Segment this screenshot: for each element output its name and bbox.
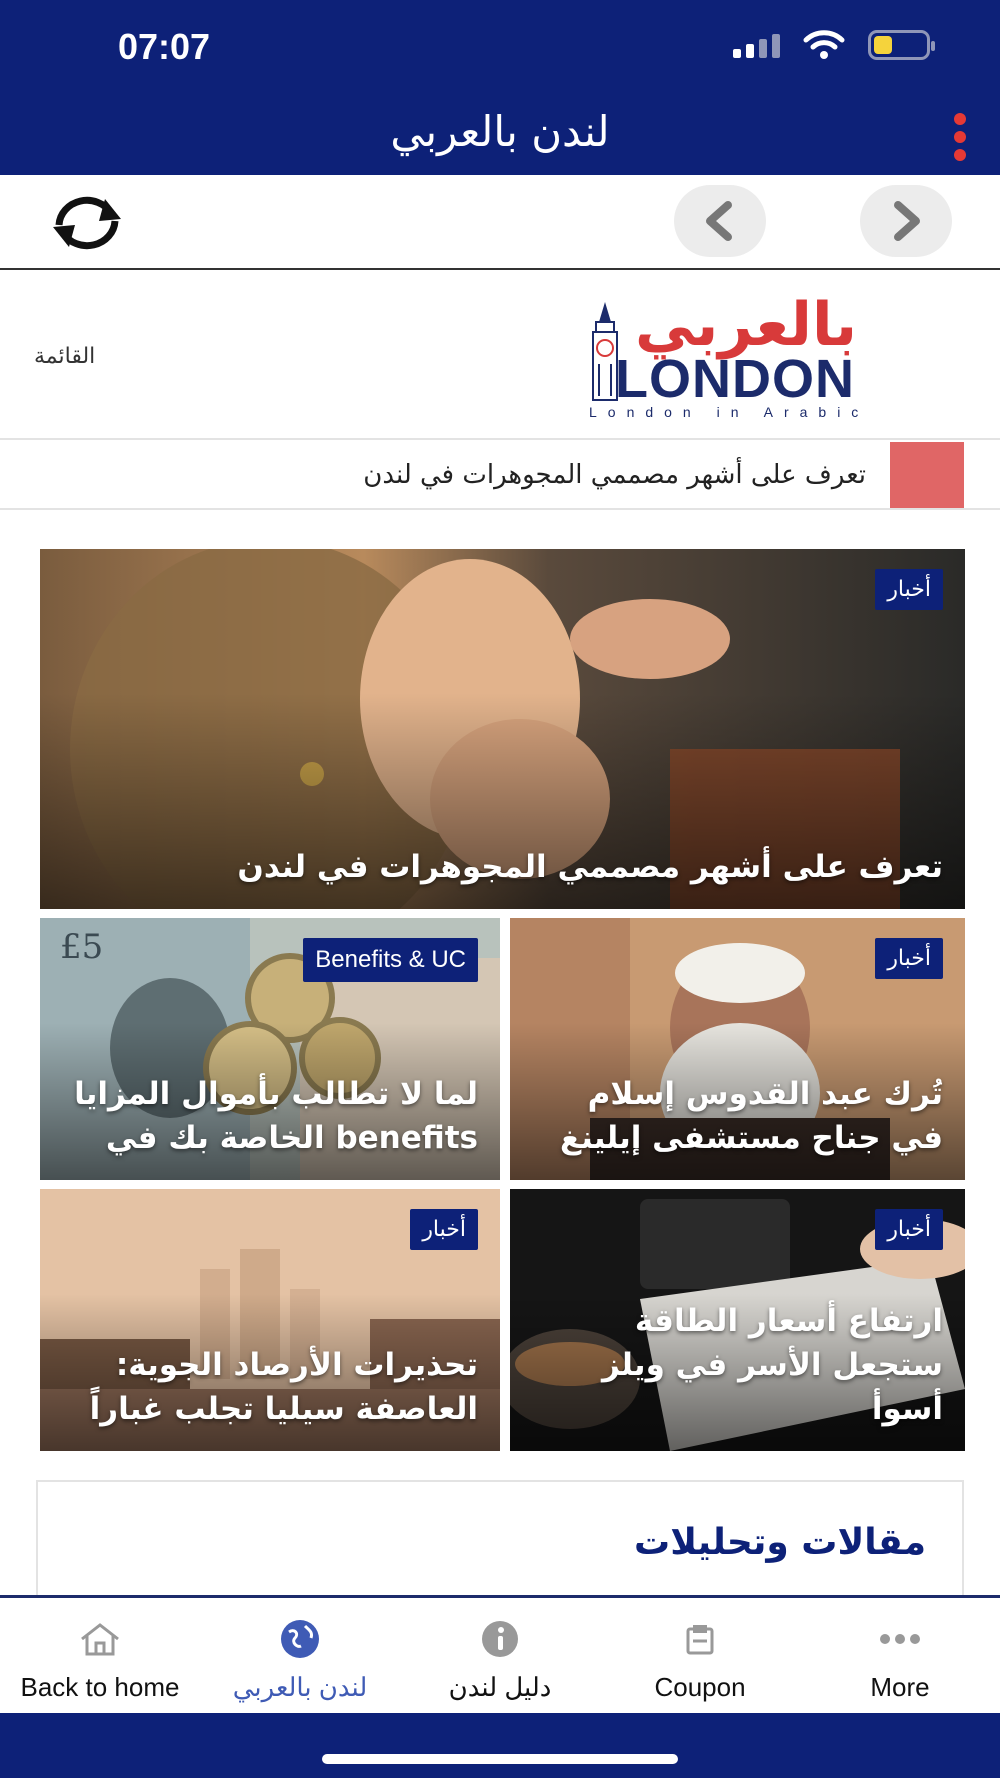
globe-icon <box>276 1618 324 1660</box>
article-card[interactable]: أخبار ارتفاع أسعار الطاقة ستجعل الأسر في… <box>510 1189 965 1451</box>
cellular-signal-icon <box>733 32 780 58</box>
app-bar: لندن بالعربي <box>0 95 1000 175</box>
tab-label: لندن بالعربي <box>232 1672 368 1702</box>
refresh-icon[interactable] <box>45 191 129 255</box>
tab-more[interactable]: More <box>800 1598 1000 1713</box>
browser-nav-bar <box>0 175 1000 270</box>
chevron-right-icon <box>894 201 920 241</box>
app-title: لندن بالعربي <box>390 107 610 156</box>
home-indicator-area <box>0 1713 1000 1778</box>
tab-label: More <box>870 1672 930 1702</box>
tab-label: دليل لندن <box>448 1672 552 1702</box>
tab-back-to-home[interactable]: Back to home <box>0 1598 200 1713</box>
back-button[interactable] <box>674 185 766 257</box>
article-card[interactable]: £5 Benefits & UC لما لا تطالب بأموال الم… <box>40 918 500 1180</box>
bottom-tab-bar: Back to home لندن بالعربي دليل لندن Coup… <box>0 1595 1000 1713</box>
ticker-headline[interactable]: تعرف على أشهر مصممي المجوهرات في لندن <box>363 460 866 490</box>
tab-london-guide[interactable]: دليل لندن <box>400 1598 600 1713</box>
status-bar: 07:07 <box>0 0 1000 95</box>
wifi-icon <box>803 30 845 59</box>
info-icon <box>476 1618 524 1660</box>
tab-london-in-arabic[interactable]: لندن بالعربي <box>200 1598 400 1713</box>
battery-icon <box>868 30 935 60</box>
featured-article-card[interactable]: أخبار تعرف على أشهر مصممي المجوهرات في ل… <box>40 549 965 909</box>
status-icons <box>733 30 935 60</box>
category-badge[interactable]: أخبار <box>410 1209 478 1250</box>
category-badge[interactable]: أخبار <box>875 1209 943 1250</box>
forward-button[interactable] <box>860 185 952 257</box>
article-title[interactable]: ارتفاع أسعار الطاقة ستجعل الأسر في ويلز … <box>530 1299 943 1431</box>
tab-label: Back to home <box>20 1672 180 1702</box>
category-badge[interactable]: Benefits & UC <box>303 938 478 982</box>
coupon-icon <box>676 1618 724 1660</box>
tab-label: Coupon <box>654 1672 746 1702</box>
logo-latin-text: LONDON <box>615 349 855 409</box>
category-badge[interactable]: أخبار <box>875 938 943 979</box>
home-indicator[interactable] <box>322 1754 678 1764</box>
article-title[interactable]: تحذيرات الأرصاد الجوية: العاصفة سيليا تج… <box>60 1343 478 1431</box>
site-header: القائمة بالعربي LONDON London in Arabic <box>0 272 1000 440</box>
category-badge[interactable]: أخبار <box>875 569 943 610</box>
chevron-left-icon <box>706 201 732 241</box>
article-card[interactable]: أخبار تُرك عبد القدوس إسلام في جناح مستش… <box>510 918 965 1180</box>
tab-coupon[interactable]: Coupon <box>600 1598 800 1713</box>
section-title[interactable]: مقالات وتحليلات <box>634 1522 926 1563</box>
home-icon <box>76 1618 124 1660</box>
menu-link[interactable]: القائمة <box>34 344 95 369</box>
article-title[interactable]: تعرف على أشهر مصممي المجوهرات في لندن <box>60 845 943 889</box>
more-icon <box>876 1618 924 1660</box>
status-time: 07:07 <box>118 26 211 67</box>
article-title[interactable]: تُرك عبد القدوس إسلام في جناح مستشفى إيل… <box>530 1072 943 1160</box>
ticker-marker <box>890 442 964 508</box>
overflow-menu-icon[interactable] <box>950 113 970 161</box>
news-ticker[interactable]: تعرف على أشهر مصممي المجوهرات في لندن <box>0 440 1000 510</box>
article-title[interactable]: لما لا تطالب بأموال المزايا benefits الخ… <box>60 1072 478 1160</box>
site-logo[interactable]: بالعربي LONDON London in Arabic <box>585 290 885 420</box>
logo-tagline: London in Arabic <box>589 404 870 420</box>
article-card[interactable]: أخبار تحذيرات الأرصاد الجوية: العاصفة سي… <box>40 1189 500 1451</box>
